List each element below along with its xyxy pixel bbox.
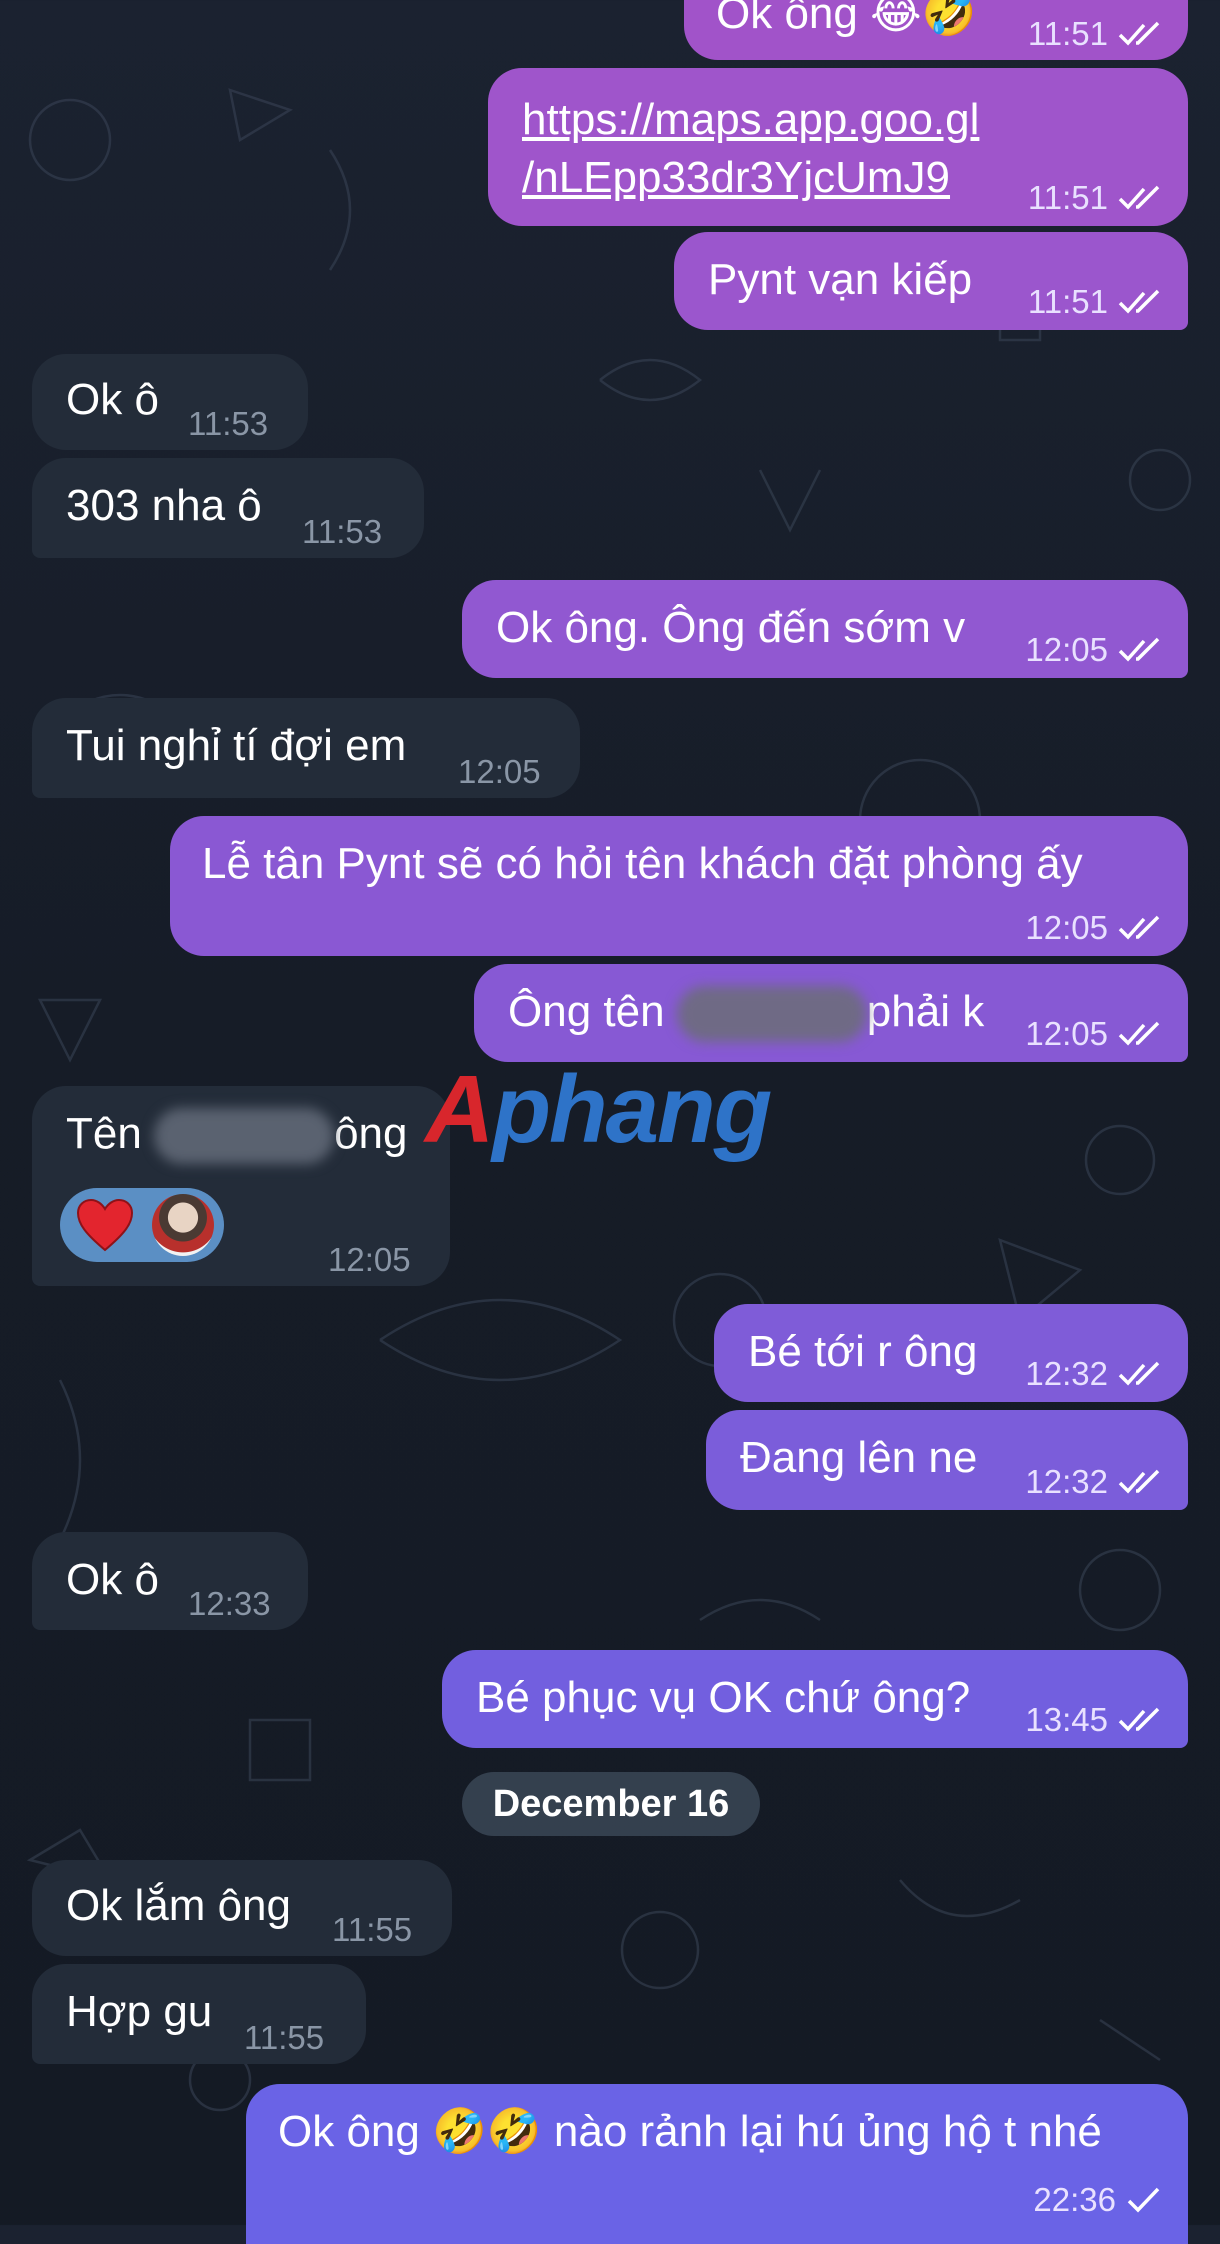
message-incoming[interactable]: Ok lắm ông 11:55: [32, 1860, 452, 1956]
message-time: 12:32: [1025, 1463, 1108, 1500]
message-text: Ok ô: [66, 375, 159, 424]
message-time: 11:51: [1027, 179, 1108, 216]
message-time: 12:05: [1025, 909, 1108, 946]
heart-icon: [76, 1198, 134, 1252]
message-text: Ok ông 🤣🤣 nào rảnh lại hú ủng hộ t nhé: [278, 2107, 1102, 2156]
message-text: Ok ông. Ông đến sớm v: [496, 603, 966, 652]
message-outgoing-link[interactable]: https://maps.app.goo.gl /nLEpp33dr3YjcUm…: [488, 68, 1188, 226]
message-incoming[interactable]: Tui nghỉ tí đợi em 12:05: [32, 698, 580, 798]
message-time: 11:51: [1027, 15, 1108, 52]
message-time: 12:05: [328, 1241, 411, 1278]
message-incoming[interactable]: 303 nha ô 11:53: [32, 458, 424, 558]
message-text-end: ông: [334, 1109, 408, 1158]
message-time: 11:55: [332, 1911, 413, 1948]
double-check-icon: [1118, 1361, 1160, 1386]
message-outgoing[interactable]: Ông tên phải k 12:05: [474, 964, 1188, 1062]
message-time: 12:32: [1025, 1355, 1108, 1392]
message-outgoing[interactable]: Ok ông. Ông đến sớm v 12:05: [462, 580, 1188, 678]
message-outgoing[interactable]: Bé phục vụ OK chứ ông? 13:45: [442, 1650, 1188, 1748]
message-text: Ok ông 😂🤣: [716, 0, 977, 38]
message-outgoing[interactable]: Ok ông 🤣🤣 nào rảnh lại hú ủng hộ t nhé 2…: [246, 2084, 1188, 2244]
message-text: Tui nghỉ tí đợi em: [66, 721, 407, 770]
message-incoming[interactable]: Ok ô 12:33: [32, 1532, 308, 1630]
message-outgoing[interactable]: Pynt vạn kiếp 11:51: [674, 232, 1188, 330]
redacted-name: [676, 986, 867, 1043]
message-outgoing[interactable]: Lễ tân Pynt sẽ có hỏi tên khách đặt phòn…: [170, 816, 1188, 956]
message-text: 303 nha ô: [66, 481, 262, 530]
message-text: Pynt vạn kiếp: [708, 255, 973, 304]
message-time: 12:05: [1025, 1015, 1108, 1052]
message-outgoing[interactable]: Đang lên ne 12:32: [706, 1410, 1188, 1510]
date-separator: December 16: [462, 1772, 760, 1836]
message-time: 11:55: [244, 2019, 325, 2056]
message-text: Hợp gu: [66, 1987, 213, 2036]
message-time: 12:33: [188, 1585, 271, 1622]
double-check-icon: [1118, 915, 1160, 940]
double-check-icon: [1118, 1469, 1160, 1494]
message-time: 22:36: [1033, 2181, 1116, 2218]
double-check-icon: [1118, 21, 1160, 46]
reactor-avatar[interactable]: [152, 1194, 214, 1256]
message-text-start: Tên: [66, 1109, 142, 1158]
message-time: 13:45: [1025, 1701, 1108, 1738]
message-text: Ông tên phải k: [508, 986, 985, 1043]
message-text: Ok ô: [66, 1555, 159, 1604]
watermark-logo: Aphang: [425, 1056, 772, 1163]
message-text: Đang lên ne: [740, 1433, 978, 1482]
message-text-end: phải k: [866, 987, 985, 1036]
message-text: Tên ông: [66, 1108, 408, 1165]
double-check-icon: [1118, 1707, 1160, 1732]
double-check-icon: [1118, 185, 1160, 210]
redacted-name: [154, 1108, 335, 1165]
reaction-pill[interactable]: [60, 1188, 224, 1262]
message-time: 11:53: [188, 405, 269, 442]
message-text: Bé phục vụ OK chứ ông?: [476, 1673, 971, 1722]
single-check-icon: [1127, 2187, 1160, 2213]
message-incoming[interactable]: Ok ô 11:53: [32, 354, 308, 450]
message-text: Ok lắm ông: [66, 1881, 291, 1930]
message-time: 12:05: [458, 753, 541, 790]
message-incoming[interactable]: Hợp gu 11:55: [32, 1964, 366, 2064]
map-link-continued[interactable]: /nLEpp33dr3YjcUmJ9: [522, 152, 950, 204]
message-text: Bé tới r ông: [748, 1327, 978, 1376]
double-check-icon: [1118, 637, 1160, 662]
message-text: Lễ tân Pynt sẽ có hỏi tên khách đặt phòn…: [202, 839, 1083, 888]
double-check-icon: [1118, 289, 1160, 314]
double-check-icon: [1118, 1021, 1160, 1046]
message-text-start: Ông tên: [508, 987, 665, 1036]
message-time: 12:05: [1025, 631, 1108, 668]
message-time: 11:53: [302, 513, 383, 550]
message-outgoing[interactable]: Ok ông 😂🤣 11:51: [684, 0, 1188, 60]
message-time: 11:51: [1027, 283, 1108, 320]
message-outgoing[interactable]: Bé tới r ông 12:32: [714, 1304, 1188, 1402]
map-link[interactable]: https://maps.app.goo.gl: [522, 94, 979, 146]
